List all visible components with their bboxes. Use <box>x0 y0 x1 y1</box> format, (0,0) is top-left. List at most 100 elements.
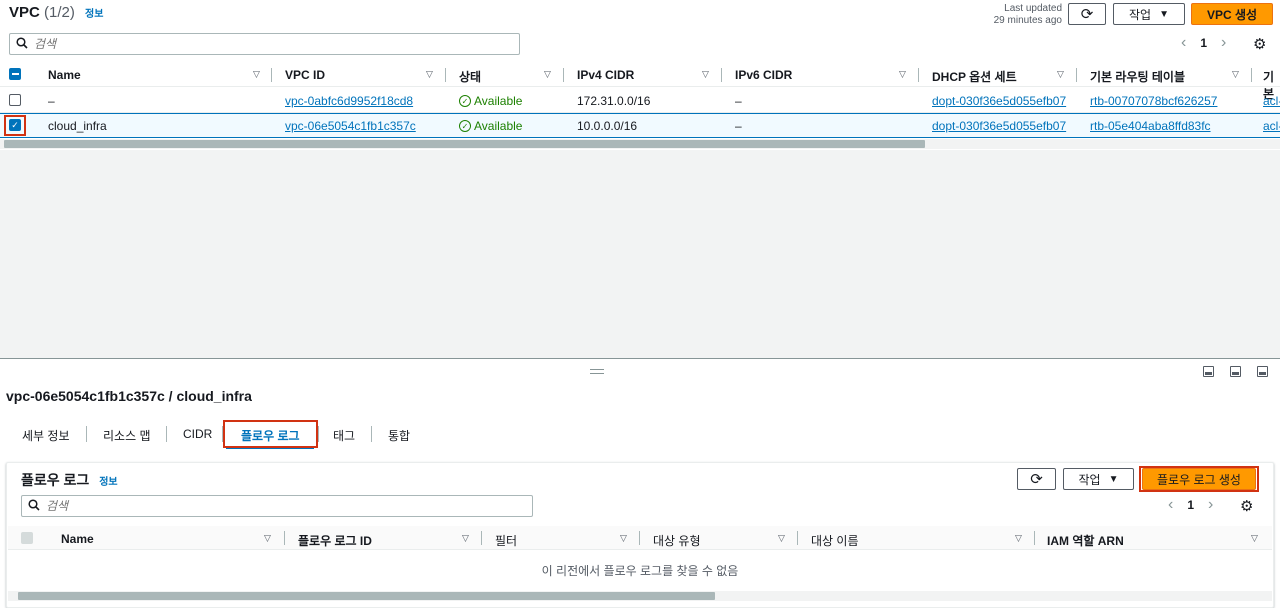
col-filter[interactable]: 필터 <box>495 532 517 549</box>
col-separator[interactable] <box>563 68 564 82</box>
sort-icon[interactable]: ▽ <box>620 533 627 544</box>
panel-bottom-icon[interactable] <box>1203 366 1214 377</box>
vpc-search-box[interactable] <box>9 33 520 55</box>
scrollbar-thumb[interactable] <box>4 140 925 148</box>
col-destination-name[interactable]: 대상 이름 <box>811 532 859 549</box>
col-ipv4-cidr[interactable]: IPv4 CIDR <box>577 68 634 82</box>
flow-logs-search-input[interactable] <box>46 499 500 513</box>
dhcp-options-link[interactable]: dopt-030f36e5d055efb07 <box>932 94 1066 108</box>
prev-page-icon[interactable]: ‹ <box>1168 496 1173 514</box>
refresh-button[interactable]: ⟳ <box>1068 3 1106 25</box>
row-checkbox[interactable] <box>9 94 21 106</box>
col-dhcp[interactable]: DHCP 옵션 세트 <box>932 68 1017 85</box>
col-flow-log-id[interactable]: 플로우 로그 ID <box>298 532 372 549</box>
sort-icon[interactable]: ▽ <box>1251 533 1258 544</box>
sort-icon[interactable]: ▽ <box>778 533 785 544</box>
col-separator[interactable] <box>1251 68 1252 82</box>
search-icon <box>16 36 28 52</box>
vpc-id-link[interactable]: vpc-0abfc6d9952f18cd8 <box>285 94 413 108</box>
vpc-search-input[interactable] <box>34 37 487 51</box>
tab-separator <box>371 426 372 442</box>
select-all-checkbox[interactable] <box>9 68 21 80</box>
tab-cidr[interactable]: CIDR <box>183 427 212 441</box>
col-vpc-id[interactable]: VPC ID <box>285 68 325 82</box>
vpc-id-link[interactable]: vpc-06e5054c1fb1c357c <box>285 119 416 133</box>
sort-icon[interactable]: ▽ <box>264 533 271 544</box>
col-iam-role-arn[interactable]: IAM 역할 ARN <box>1047 532 1124 549</box>
flow-logs-refresh-button[interactable]: ⟳ <box>1017 468 1056 490</box>
vpc-list-panel: VPC (1/2) 정보 Last updated 29 minutes ago… <box>0 0 1280 150</box>
current-page[interactable]: 1 <box>1200 36 1207 50</box>
next-page-icon[interactable]: › <box>1208 496 1213 514</box>
ipv4-cidr: 10.0.0.0/16 <box>577 119 638 133</box>
col-destination-type[interactable]: 대상 유형 <box>653 532 701 549</box>
page-title: VPC (1/2) 정보 <box>9 4 103 21</box>
acl-link[interactable]: acl- <box>1263 119 1280 133</box>
route-table-link[interactable]: rtb-05e404aba8ffd83fc <box>1090 119 1211 133</box>
empty-state-message: 이 리전에서 플로우 로그를 찾을 수 없음 <box>541 564 739 578</box>
col-name[interactable]: Name <box>61 532 94 546</box>
tab-tags[interactable]: 태그 <box>333 427 355 444</box>
status-text: Available <box>474 94 523 108</box>
status-text: Available <box>474 119 523 133</box>
col-separator[interactable] <box>284 531 285 545</box>
col-separator[interactable] <box>481 531 482 545</box>
sort-icon[interactable]: ▽ <box>253 69 260 80</box>
current-page[interactable]: 1 <box>1187 498 1194 512</box>
table-row[interactable]: – vpc-0abfc6d9952f18cd8 ✓ Available 172.… <box>0 88 1280 113</box>
tab-details[interactable]: 세부 정보 <box>22 427 70 444</box>
sort-icon[interactable]: ▽ <box>1015 533 1022 544</box>
col-separator[interactable] <box>1034 531 1035 545</box>
settings-gear-icon[interactable]: ⚙ <box>1240 497 1253 515</box>
vpc-table-header: Name ▽ VPC ID ▽ 상태 ▽ IPv4 CIDR ▽ IPv6 CI… <box>0 63 1280 101</box>
actions-button[interactable]: 작업 ▼ <box>1113 3 1185 25</box>
sort-icon[interactable]: ▽ <box>899 69 906 80</box>
row-name: – <box>48 94 55 108</box>
col-status[interactable]: 상태 <box>459 68 481 85</box>
flow-logs-search-box[interactable] <box>21 495 533 517</box>
prev-page-icon[interactable]: ‹ <box>1181 34 1186 52</box>
route-table-link[interactable]: rtb-00707078bcf626257 <box>1090 94 1217 108</box>
sort-icon[interactable]: ▽ <box>544 69 551 80</box>
col-separator[interactable] <box>918 68 919 82</box>
col-main-route-table[interactable]: 기본 라우팅 테이블 <box>1090 68 1185 85</box>
col-separator[interactable] <box>639 531 640 545</box>
tab-integrations[interactable]: 통합 <box>388 427 410 444</box>
drag-handle-icon[interactable] <box>590 369 604 374</box>
detail-title: vpc-06e5054c1fb1c357c / cloud_infra <box>6 388 252 404</box>
table-row-selected[interactable]: ✓ cloud_infra vpc-06e5054c1fb1c357c ✓ Av… <box>0 113 1280 138</box>
panel-full-icon[interactable] <box>1257 366 1268 377</box>
create-vpc-button[interactable]: VPC 생성 <box>1191 3 1273 25</box>
col-name[interactable]: Name <box>48 68 81 82</box>
settings-gear-icon[interactable]: ⚙ <box>1253 35 1266 53</box>
sort-icon[interactable]: ▽ <box>1232 69 1239 80</box>
checkbox-highlight-box <box>4 115 26 136</box>
panel-side-icon[interactable] <box>1230 366 1241 377</box>
col-separator[interactable] <box>721 68 722 82</box>
col-separator[interactable] <box>271 68 272 82</box>
tab-resource-map[interactable]: 리소스 맵 <box>103 427 151 444</box>
flow-logs-scrollbar[interactable] <box>8 591 1272 601</box>
caret-down-icon: ▼ <box>1159 8 1169 20</box>
acl-link[interactable]: acl- <box>1263 94 1280 108</box>
col-separator[interactable] <box>445 68 446 82</box>
info-link[interactable]: 정보 <box>85 9 103 20</box>
sort-icon[interactable]: ▽ <box>462 533 469 544</box>
scrollbar-thumb[interactable] <box>18 592 715 600</box>
next-page-icon[interactable]: › <box>1221 34 1226 52</box>
sort-icon[interactable]: ▽ <box>1057 69 1064 80</box>
vpc-table-scrollbar[interactable] <box>0 139 1280 149</box>
info-link[interactable]: 정보 <box>99 477 117 488</box>
selection-count: (1/2) <box>44 4 75 21</box>
dhcp-options-link[interactable]: dopt-030f36e5d055efb07 <box>932 119 1066 133</box>
col-separator[interactable] <box>797 531 798 545</box>
flow-logs-actions-button[interactable]: 작업 ▼ <box>1063 468 1134 490</box>
flow-logs-table-header: Name ▽ 플로우 로그 ID ▽ 필터 ▽ 대상 유형 ▽ 대상 이름 ▽ … <box>8 526 1272 550</box>
col-separator[interactable] <box>1076 68 1077 82</box>
split-divider[interactable] <box>0 358 1280 359</box>
create-button-highlight-box <box>1139 466 1259 492</box>
status-badge: ✓ Available <box>459 94 522 108</box>
col-ipv6-cidr[interactable]: IPv6 CIDR <box>735 68 792 82</box>
sort-icon[interactable]: ▽ <box>426 69 433 80</box>
sort-icon[interactable]: ▽ <box>702 69 709 80</box>
